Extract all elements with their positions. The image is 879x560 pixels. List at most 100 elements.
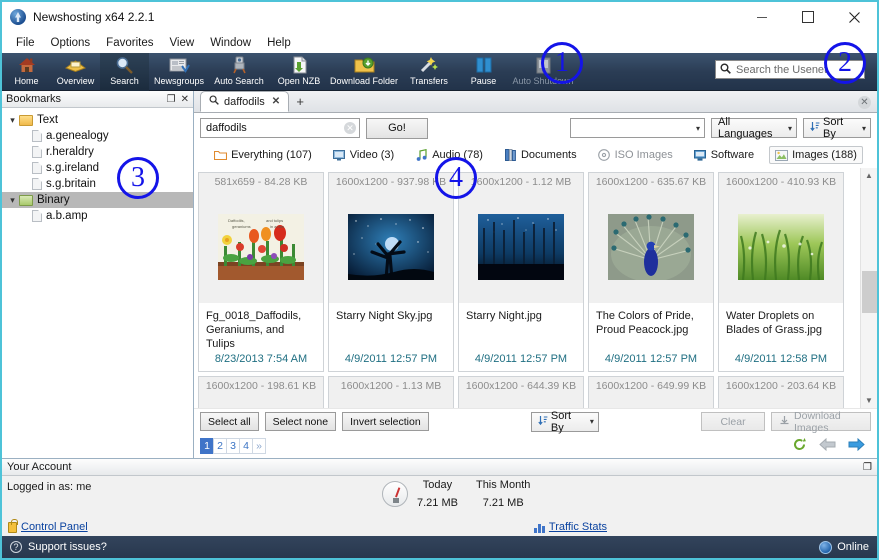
- clear-button[interactable]: Clear: [701, 412, 766, 431]
- result-thumbnail[interactable]: [459, 395, 583, 408]
- menu-file[interactable]: File: [8, 34, 43, 52]
- toolbar-auto-shutdown[interactable]: Auto Shutdown: [508, 53, 578, 91]
- tree-node-ab-amp[interactable]: a.b.amp: [2, 208, 193, 224]
- svg-text:and tulips: and tulips: [266, 218, 283, 223]
- result-thumbnail[interactable]: [589, 191, 713, 303]
- filter-documents[interactable]: Documents: [498, 146, 583, 164]
- clear-search-icon[interactable]: ✕: [344, 122, 356, 134]
- tree-node-sg-britain[interactable]: s.g.britain: [2, 176, 193, 192]
- filter-video[interactable]: Video (3): [327, 146, 400, 164]
- tree-node-text[interactable]: ▾ Text: [2, 112, 193, 128]
- filter-audio[interactable]: Audio (78): [409, 146, 489, 164]
- select-all-button[interactable]: Select all: [200, 412, 259, 431]
- toolbar-open-nzb[interactable]: Open NZB: [269, 53, 329, 91]
- tree-node-sg-ireland[interactable]: s.g.ireland: [2, 160, 193, 176]
- results-scrollbar[interactable]: ▲ ▼: [860, 168, 877, 408]
- menu-favorites[interactable]: Favorites: [98, 34, 161, 52]
- result-dimensions: 1600x1200 - 203.64 KB: [719, 377, 843, 395]
- forward-arrow-icon[interactable]: [848, 437, 865, 454]
- result-card[interactable]: 1600x1200 - 937.98 KB Starry Night Sky.j…: [328, 172, 454, 372]
- result-thumbnail[interactable]: Daffodils, and tulips geraniums in a row: [199, 191, 323, 303]
- result-thumbnail[interactable]: [589, 395, 713, 408]
- menu-view[interactable]: View: [161, 34, 202, 52]
- page-button-4[interactable]: 4: [239, 438, 253, 454]
- result-card[interactable]: 1600x1200 - 203.64 KB: [718, 376, 844, 408]
- toolbar-auto-search[interactable]: Auto Search: [209, 53, 269, 91]
- result-card[interactable]: 1600x1200 - 644.39 KB: [458, 376, 584, 408]
- result-card[interactable]: 1600x1200 - 635.67 KB The Colors of Prid…: [588, 172, 714, 372]
- grid-sort-by-dropdown[interactable]: Sort By ▾: [530, 410, 599, 434]
- menu-window[interactable]: Window: [202, 34, 259, 52]
- tree-node-label: s.g.ireland: [46, 162, 100, 174]
- download-images-button[interactable]: Download Images: [771, 410, 872, 434]
- traffic-stats-link[interactable]: Traffic Stats: [533, 521, 607, 533]
- filter-images[interactable]: Images (188): [769, 146, 863, 164]
- scrollbar-thumb[interactable]: [861, 271, 877, 313]
- help-icon[interactable]: ?: [10, 541, 22, 553]
- scroll-down-icon[interactable]: ▼: [861, 393, 878, 408]
- result-thumbnail[interactable]: [459, 191, 583, 303]
- page-button-1[interactable]: 1: [200, 438, 214, 454]
- result-card[interactable]: 1600x1200 - 410.93 KB Water Droplets on …: [718, 172, 844, 372]
- toolbar-newsgroups[interactable]: Newsgroups: [149, 53, 209, 91]
- result-card[interactable]: 1600x1200 - 198.61 KB: [198, 376, 324, 408]
- result-card[interactable]: 1600x1200 - 1.12 MB Starry Night.jpg 4/9…: [458, 172, 584, 372]
- toolbar-home-label: Home: [14, 76, 39, 86]
- result-card[interactable]: 581x659 - 84.28 KB Daffodils, and tulips…: [198, 172, 324, 372]
- sort-by-dropdown[interactable]: Sort By ▾: [803, 116, 871, 140]
- menu-options[interactable]: Options: [43, 34, 99, 52]
- download-icon: [779, 415, 790, 429]
- result-thumbnail[interactable]: [719, 395, 843, 408]
- search-input[interactable]: daffodils ✕: [200, 118, 360, 138]
- tree-node-a-genealogy[interactable]: a.genealogy: [2, 128, 193, 144]
- minimize-button[interactable]: [739, 2, 785, 32]
- tab-daffodils[interactable]: daffodils ✕: [200, 91, 290, 112]
- maximize-button[interactable]: [785, 2, 831, 32]
- language-select[interactable]: All Languages ▾: [711, 116, 797, 140]
- filter-iso-images[interactable]: ISO Images: [592, 146, 679, 164]
- toolbar-pause[interactable]: Pause: [459, 53, 508, 91]
- page-button-3[interactable]: 3: [226, 438, 240, 454]
- filter-everything[interactable]: Everything (107): [208, 146, 318, 164]
- result-card[interactable]: 1600x1200 - 1.13 MB: [328, 376, 454, 408]
- scrollbar-track[interactable]: [861, 183, 878, 393]
- result-thumbnail[interactable]: [199, 395, 323, 408]
- select-none-button[interactable]: Select none: [264, 412, 337, 431]
- tree-node-r-heraldry[interactable]: r.heraldry: [2, 144, 193, 160]
- result-thumbnail[interactable]: [329, 191, 453, 303]
- control-panel-label: Control Panel: [21, 521, 88, 533]
- result-card[interactable]: 1600x1200 - 649.99 KB: [588, 376, 714, 408]
- control-panel-link[interactable]: Control Panel: [8, 518, 88, 533]
- toolbar-auto-search-label: Auto Search: [214, 76, 264, 86]
- filter-software[interactable]: Software: [688, 146, 760, 164]
- result-thumbnail[interactable]: [719, 191, 843, 303]
- close-all-tabs-icon[interactable]: ✕: [858, 96, 871, 109]
- toolbar-home[interactable]: Home: [2, 53, 51, 91]
- undock-icon[interactable]: ❐: [167, 94, 176, 105]
- result-thumbnail[interactable]: [329, 395, 453, 408]
- toolbar-search[interactable]: Search: [100, 53, 149, 91]
- support-issues-label[interactable]: Support issues?: [28, 541, 107, 553]
- usenet-search-input[interactable]: Search the Usenet: [715, 60, 865, 79]
- toolbar-overview[interactable]: Overview: [51, 53, 100, 91]
- category-select[interactable]: ▾: [570, 118, 705, 138]
- invert-selection-button[interactable]: Invert selection: [342, 412, 429, 431]
- chevron-down-icon[interactable]: ▾: [6, 195, 19, 206]
- chevron-down-icon[interactable]: ▾: [6, 115, 19, 126]
- toolbar-transfers[interactable]: Transfers: [399, 53, 459, 91]
- refresh-icon[interactable]: [792, 437, 807, 455]
- back-arrow-icon[interactable]: [819, 437, 836, 454]
- toolbar-download-folder[interactable]: Download Folder: [329, 53, 399, 91]
- close-button[interactable]: [831, 2, 877, 32]
- scroll-up-icon[interactable]: ▲: [861, 168, 878, 183]
- close-icon[interactable]: ✕: [181, 94, 189, 105]
- new-tab-button[interactable]: +: [289, 91, 311, 112]
- tab-close-icon[interactable]: ✕: [272, 96, 280, 107]
- go-button[interactable]: Go!: [366, 117, 428, 139]
- svg-text:Daffodils,: Daffodils,: [228, 218, 245, 223]
- tree-node-binary[interactable]: ▾ Binary: [2, 192, 193, 208]
- page-button-next-set[interactable]: »: [252, 438, 266, 454]
- undock-icon[interactable]: ❐: [863, 462, 872, 473]
- menu-help[interactable]: Help: [259, 34, 299, 52]
- page-button-2[interactable]: 2: [213, 438, 227, 454]
